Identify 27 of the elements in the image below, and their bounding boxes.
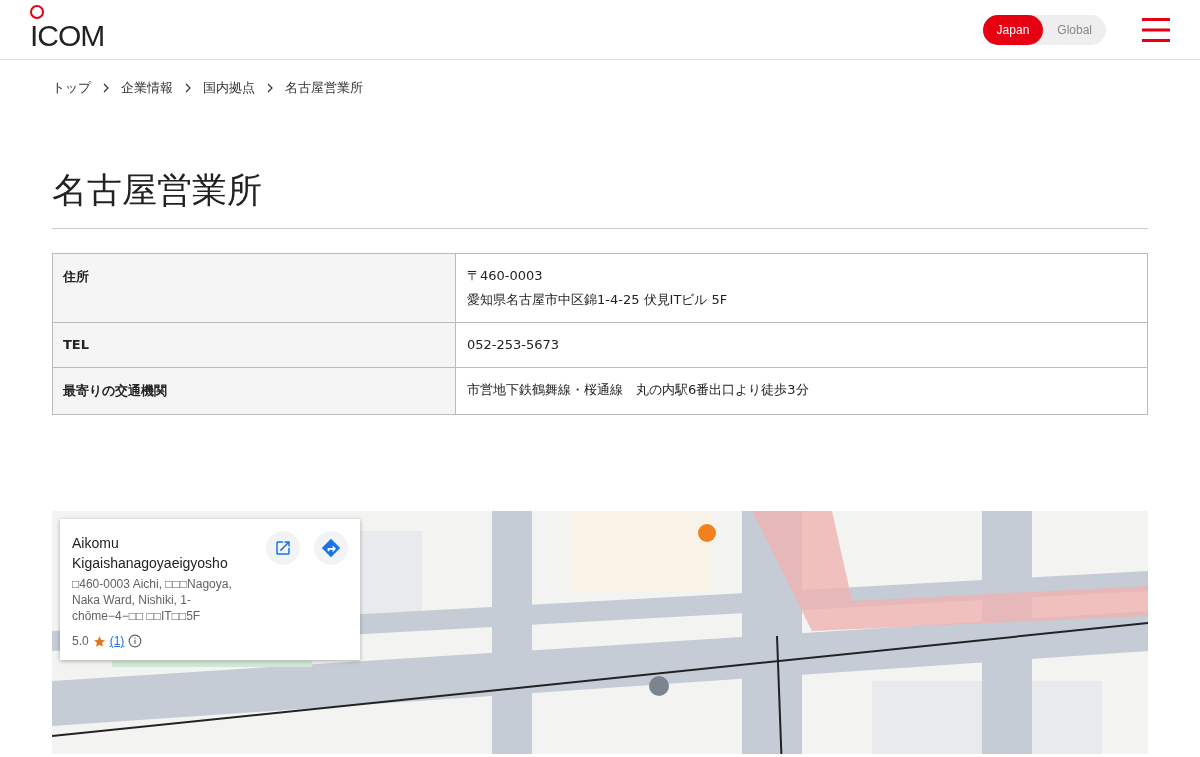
table-cell: 市営地下鉄鶴舞線・桜通線 丸の内駅6番出口より徒歩3分 [455, 367, 1148, 415]
open-external-button[interactable] [266, 531, 300, 565]
chevron-icon [265, 83, 275, 93]
breadcrumb-link[interactable]: 企業情報 [121, 79, 173, 97]
external-link-icon [274, 539, 292, 557]
table-header-cell: 住所 [52, 253, 456, 323]
menu-icon[interactable] [1142, 16, 1170, 43]
reviews-link[interactable]: (1) [109, 634, 125, 648]
directions-button[interactable] [314, 531, 348, 565]
chevron-icon [101, 83, 111, 93]
place-name: Aikomu Kigaishanagoyaeigyosho [72, 534, 229, 573]
rating-value: 5.0 [72, 634, 89, 648]
table-header-cell: TEL [52, 322, 456, 368]
directions-icon [321, 538, 341, 558]
breadcrumb-link[interactable]: 国内拠点 [203, 79, 255, 97]
place-address: □460-0003 Aichi, □□□Nagoya, Naka Ward, Nishiki, 1-chōme−4−□□ □□IT□□5F [72, 576, 233, 624]
star-icon [92, 634, 106, 648]
chevron-icon [183, 83, 193, 93]
breadcrumb-link[interactable]: トップ [52, 79, 91, 97]
table-header-cell: 最寄りの交通機関 [52, 367, 456, 415]
icom-logo[interactable]: ICOM [30, 5, 105, 54]
table-cell: 〒460-0003 愛知県名古屋市中区錦1-4-25 伏見ITビル 5F [455, 253, 1148, 323]
table-cell: 052-253-5673 [455, 322, 1148, 368]
page-title: 名古屋営業所 [52, 167, 1148, 229]
breadcrumb-link[interactable]: 名古屋営業所 [285, 79, 363, 97]
region-tab[interactable]: Japan [982, 14, 1044, 45]
info-icon[interactable] [128, 634, 143, 648]
